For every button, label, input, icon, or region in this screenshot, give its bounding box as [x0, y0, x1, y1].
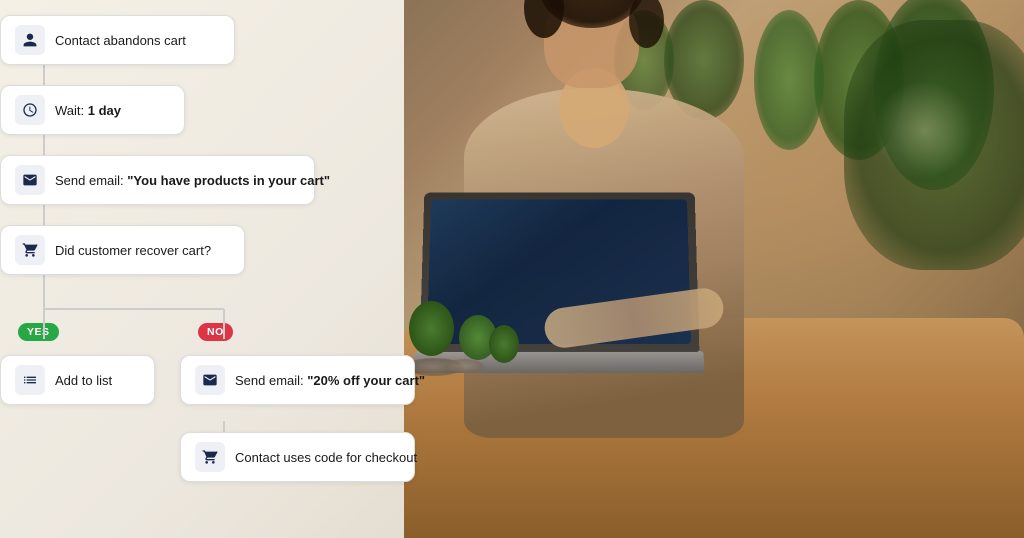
node-send-email-2[interactable]: Send email: "20% off your cart"	[180, 355, 415, 405]
email-icon-1	[15, 165, 45, 195]
node-send-email-1[interactable]: Send email: "You have products in your c…	[0, 155, 315, 205]
node-text-4: Did customer recover cart?	[55, 243, 211, 258]
list-icon	[15, 365, 45, 395]
node-add-to-list[interactable]: Add to list	[0, 355, 155, 405]
clock-icon	[15, 95, 45, 125]
node-text-no1: Send email: "20% off your cart"	[235, 373, 425, 388]
workflow-area: Contact abandons cart Wait: 1 day Send e…	[0, 0, 430, 538]
node-text-no2: Contact uses code for checkout	[235, 450, 417, 465]
email-icon-2	[195, 365, 225, 395]
cart-icon-1	[15, 235, 45, 265]
node-text-3: Send email: "You have products in your c…	[55, 173, 330, 188]
node-wait[interactable]: Wait: 1 day	[0, 85, 185, 135]
yes-badge: YES	[18, 322, 59, 341]
node-text-yes: Add to list	[55, 373, 112, 388]
node-contact-uses-code[interactable]: Contact uses code for checkout	[180, 432, 415, 482]
node-recover-cart[interactable]: Did customer recover cart?	[0, 225, 245, 275]
node-text-1: Contact abandons cart	[55, 33, 186, 48]
cart-icon-2	[195, 442, 225, 472]
background-photo	[404, 0, 1024, 538]
no-badge: NO	[198, 322, 233, 341]
node-text-2: Wait: 1 day	[55, 103, 121, 118]
person-icon	[15, 25, 45, 55]
node-contact-abandons-cart[interactable]: Contact abandons cart	[0, 15, 235, 65]
